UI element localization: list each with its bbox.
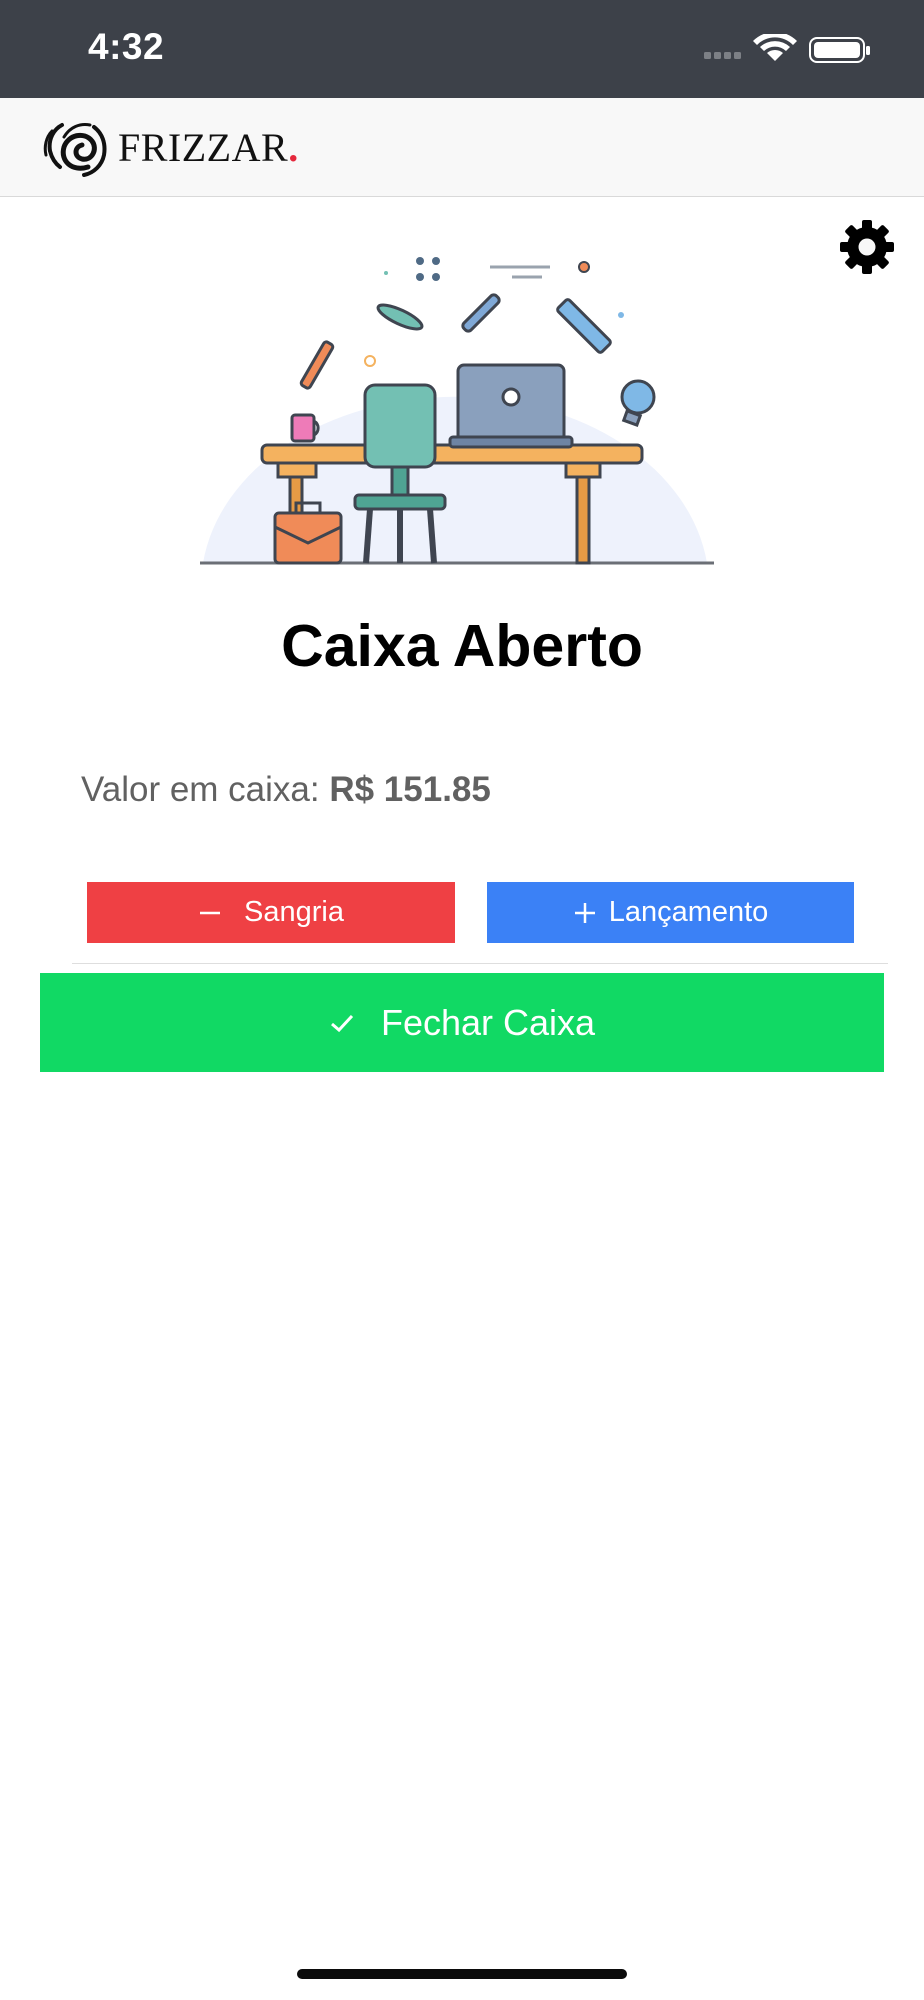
brand-logo: FRIZZAR. bbox=[42, 116, 299, 178]
fechar-label: Fechar Caixa bbox=[380, 1001, 596, 1043]
sangria-button[interactable]: Sangria bbox=[87, 882, 455, 943]
minus-icon bbox=[200, 911, 221, 914]
lancamento-button[interactable]: Lançamento bbox=[487, 882, 854, 943]
lancamento-label: Lançamento bbox=[608, 896, 769, 928]
check-icon bbox=[330, 1014, 354, 1032]
sangria-label: Sangria bbox=[244, 896, 344, 928]
brand-name: FRIZZAR. bbox=[118, 124, 299, 170]
signal-icon bbox=[704, 52, 741, 59]
status-bar: 4:32 bbox=[0, 0, 924, 98]
divider bbox=[72, 963, 888, 964]
workspace-illustration bbox=[200, 257, 714, 565]
status-time: 4:32 bbox=[88, 26, 165, 67]
home-indicator[interactable] bbox=[297, 1969, 627, 1979]
fechar-caixa-button[interactable]: Fechar Caixa bbox=[40, 973, 884, 1072]
brand-dot: . bbox=[288, 124, 299, 170]
wifi-icon bbox=[753, 34, 797, 61]
gear-icon[interactable] bbox=[838, 218, 896, 276]
app-header: FRIZZAR. bbox=[0, 98, 924, 274]
status-icons bbox=[704, 34, 870, 63]
cash-balance: Valor em caixa: R$ 151.85 bbox=[81, 770, 491, 810]
battery-icon bbox=[809, 37, 870, 63]
swirl-logo-icon bbox=[43, 123, 107, 177]
page-title: Caixa Aberto bbox=[281, 613, 643, 679]
balance-label: Valor em caixa: bbox=[81, 770, 320, 809]
plus-icon bbox=[574, 902, 595, 923]
balance-value: R$ 151.85 bbox=[329, 770, 491, 809]
